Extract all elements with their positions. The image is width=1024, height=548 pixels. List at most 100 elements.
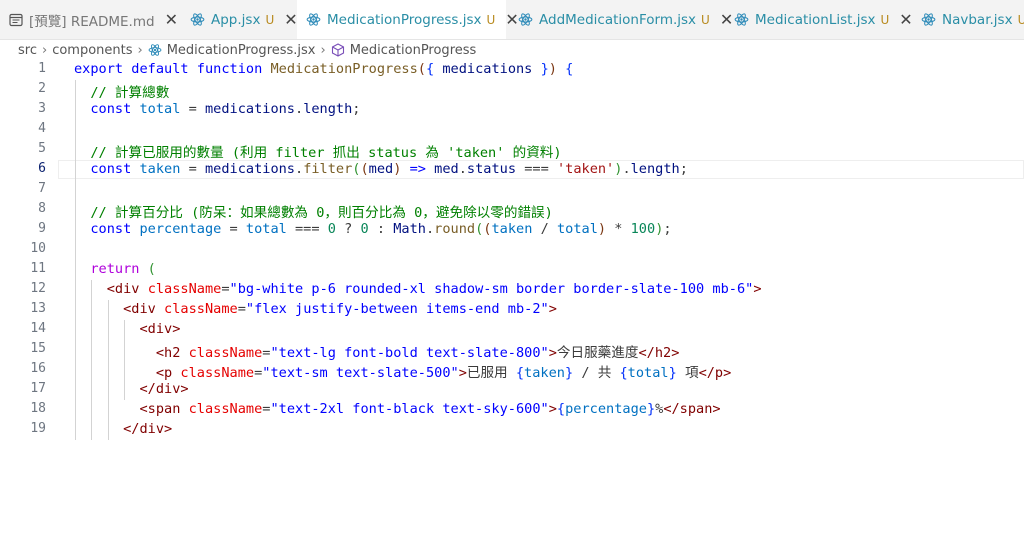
- line-number: 3: [38, 101, 46, 116]
- code-token: "flex justify-between items-end mb-2": [245, 301, 549, 317]
- line-number: 17: [30, 381, 46, 396]
- code-line[interactable]: 10: [0, 240, 1024, 260]
- code-token: </p>: [698, 365, 732, 381]
- breadcrumb-folder-components[interactable]: components: [52, 43, 132, 58]
- tab-medicationprogress-jsx[interactable]: MedicationProgress.jsx U ✕: [297, 0, 519, 39]
- code-token: // 計算百分比 (防呆：如果總數為 0，則百分比為 0，避免除以零的錯誤): [74, 205, 553, 221]
- code-line[interactable]: 11 return (: [0, 260, 1024, 280]
- code-line[interactable]: 14 <div>: [0, 320, 1024, 340]
- close-icon[interactable]: ✕: [165, 10, 178, 29]
- code-token: }: [668, 365, 677, 381]
- code-line[interactable]: 7: [0, 180, 1024, 200]
- tab-label: [預覽] README.md: [29, 13, 155, 30]
- code-token: className: [180, 365, 255, 381]
- code-text: <div className="bg-white p-6 rounded-xl …: [74, 281, 762, 297]
- code-text: </div>: [74, 421, 172, 437]
- chevron-right-icon: ›: [320, 42, 326, 58]
- code-token: percentage: [565, 401, 647, 417]
- code-token: medications: [442, 61, 533, 77]
- code-token: total: [556, 221, 598, 237]
- code-token: med: [434, 161, 459, 177]
- code-line[interactable]: 5 // 計算已服用的數量 (利用 filter 抓出 status 為 'ta…: [0, 140, 1024, 161]
- code-token: className: [188, 345, 263, 361]
- close-icon[interactable]: ✕: [284, 10, 297, 29]
- code-token: 項: [676, 365, 699, 381]
- code-token: round: [434, 221, 476, 237]
- code-token: medications: [204, 101, 295, 117]
- code-line[interactable]: 9 const percentage = total === 0 ? 0 : M…: [0, 220, 1024, 240]
- code-token: =>: [409, 161, 426, 177]
- code-line[interactable]: 2 // 計算總數: [0, 80, 1024, 101]
- untracked-badge: U: [265, 12, 275, 27]
- code-token: "text-sm text-slate-500": [262, 365, 459, 381]
- code-token: filter: [303, 161, 353, 177]
- code-token: (: [417, 61, 426, 77]
- tab-readme-preview[interactable]: [預覽] README.md ✕: [0, 0, 178, 39]
- tab-app-jsx[interactable]: App.jsx U ✕: [181, 0, 298, 39]
- code-area[interactable]: 1 export default function MedicationProgr…: [0, 60, 1024, 443]
- code-line[interactable]: 15 <h2 className="text-lg font-bold text…: [0, 340, 1024, 361]
- code-text: // 計算百分比 (防呆：如果總數為 0，則百分比為 0，避免除以零的錯誤): [74, 201, 553, 221]
- code-token: <span: [139, 401, 181, 417]
- code-line[interactable]: 3 const total = medications.length;: [0, 100, 1024, 120]
- line-number: 5: [38, 141, 46, 156]
- code-token: taken: [491, 221, 533, 237]
- code-token: >: [753, 281, 762, 297]
- code-token: MedicationProgress: [270, 61, 418, 77]
- close-icon[interactable]: ✕: [899, 10, 912, 29]
- code-line[interactable]: 16 <p className="text-sm text-slate-500"…: [0, 360, 1024, 381]
- code-line[interactable]: 1 export default function MedicationProgr…: [0, 60, 1024, 80]
- breadcrumb-file[interactable]: MedicationProgress.jsx: [167, 43, 316, 58]
- code-line[interactable]: 8 // 計算百分比 (防呆：如果總數為 0，則百分比為 0，避免除以零的錯誤): [0, 200, 1024, 221]
- tab-navbar-jsx[interactable]: Navbar.jsx U: [912, 0, 1024, 39]
- code-text: <h2 className="text-lg font-bold text-sl…: [74, 341, 680, 361]
- code-token: </div>: [139, 381, 189, 397]
- code-token: ===: [516, 161, 557, 177]
- code-token: className: [164, 301, 238, 317]
- code-token: ;: [663, 221, 672, 237]
- code-token: "text-2xl font-black text-sky-600": [270, 401, 549, 417]
- line-number: 6: [38, 161, 46, 176]
- code-token: ;: [352, 101, 361, 117]
- code-line[interactable]: 4: [0, 120, 1024, 140]
- code-text: <span className="text-2xl font-black tex…: [74, 401, 721, 417]
- code-token: (: [360, 161, 369, 177]
- code-token: .: [458, 161, 467, 177]
- line-number: 19: [30, 421, 46, 436]
- react-icon: [306, 12, 321, 28]
- code-line[interactable]: 13 <div className="flex justify-between …: [0, 300, 1024, 320]
- code-token: =: [237, 301, 246, 317]
- breadcrumb-folder-src[interactable]: src: [18, 43, 37, 58]
- code-token: >: [548, 401, 557, 417]
- code-text: return (: [74, 261, 155, 277]
- indent-guide: [124, 320, 126, 400]
- code-token: <div: [106, 281, 140, 297]
- code-line[interactable]: 12 <div className="bg-white p-6 rounded-…: [0, 280, 1024, 300]
- code-token: <div: [123, 301, 156, 317]
- indent-guide: [75, 80, 76, 440]
- code-token: 今日服藥進度: [556, 345, 639, 361]
- code-line[interactable]: 19 </div>: [0, 420, 1024, 440]
- code-token: ): [548, 61, 557, 77]
- line-number: 9: [38, 221, 46, 236]
- tab-medicationlist-jsx[interactable]: MedicationList.jsx U ✕: [725, 0, 913, 39]
- code-line[interactable]: 6 const taken = medications.filter((med)…: [0, 160, 1024, 180]
- tab-label: Navbar.jsx: [942, 11, 1013, 28]
- code-line[interactable]: 17 </div>: [0, 380, 1024, 400]
- code-token: }: [646, 401, 656, 417]
- tab-label: MedicationProgress.jsx: [327, 11, 482, 28]
- code-line[interactable]: 18 <span className="text-2xl font-black …: [0, 400, 1024, 420]
- code-token: taken: [524, 365, 565, 381]
- code-token: {: [425, 61, 435, 77]
- code-text: <div>: [74, 321, 180, 337]
- tab-addmedicationform-jsx[interactable]: AddMedicationForm.jsx U ✕: [509, 0, 733, 39]
- breadcrumb-symbol[interactable]: MedicationProgress: [350, 43, 477, 58]
- code-token: </span>: [663, 401, 721, 417]
